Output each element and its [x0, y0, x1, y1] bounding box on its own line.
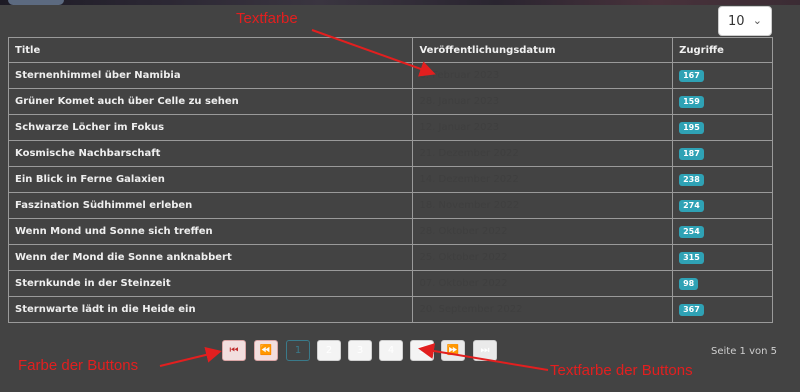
column-header-date[interactable]: Veröffentlichungsdatum [412, 37, 674, 63]
annotation-textfarbe-buttons: Textfarbe der Buttons [550, 362, 693, 379]
table-row: Grüner Komet auch über Celle zu sehen 28… [7, 88, 773, 115]
last-page-button[interactable]: ⏭ [473, 340, 497, 361]
article-title-link[interactable]: Sternwarte lädt in die Heide ein [7, 296, 414, 323]
article-date: 20. September 2022 [412, 296, 674, 323]
previous-page-button[interactable]: ⏪ [254, 340, 278, 361]
article-title-link[interactable]: Wenn Mond und Sonne sich treffen [7, 218, 414, 245]
chevron-down-icon: ⌄ [752, 14, 762, 27]
articles-table: Title Veröffentlichungsdatum Zugriffe St… [7, 37, 773, 323]
hits-badge: 315 [679, 251, 704, 264]
annotation-textfarbe: Textfarbe [236, 10, 298, 27]
page-info: Seite 1 von 5 [711, 346, 777, 357]
fast-forward-icon: ⏩ [446, 345, 460, 356]
table-header-row: Title Veröffentlichungsdatum Zugriffe [7, 37, 773, 63]
article-title-link[interactable]: Ein Blick in Ferne Galaxien [7, 166, 414, 193]
table-row: Faszination Südhimmel erleben 18. Novemb… [7, 192, 773, 219]
hits-badge: 98 [679, 277, 699, 290]
article-title-link[interactable]: Schwarze Löcher im Fokus [7, 114, 414, 141]
arrow-to-nav-button [159, 347, 222, 367]
next-page-button[interactable]: ⏩ [441, 340, 465, 361]
table-row: Sternenhimmel über Namibia 8. Februar 20… [7, 62, 773, 89]
page-button-3[interactable]: 3 [348, 340, 372, 361]
hits-badge: 187 [679, 147, 704, 160]
table-row: Wenn Mond und Sonne sich treffen 28. Okt… [7, 218, 773, 245]
page-button-1[interactable]: 1 [286, 340, 310, 361]
article-date: 21. Dezember 2022 [412, 140, 674, 167]
hits-badge: 159 [679, 95, 704, 108]
article-date: 14. Dezember 2022 [412, 166, 674, 193]
hits-badge: 238 [679, 173, 704, 186]
table-row: Sternkunde in der Steinzeit 07. Oktober … [7, 270, 773, 297]
article-date: 07. Oktober 2022 [412, 270, 674, 297]
article-date: 18. November 2022 [412, 192, 674, 219]
hits-badge: 167 [679, 69, 704, 82]
hits-badge: 195 [679, 121, 704, 134]
article-title-link[interactable]: Wenn der Mond die Sonne anknabbert [7, 244, 414, 271]
article-date: 25. Oktober 2022 [412, 244, 674, 271]
table-row: Ein Blick in Ferne Galaxien 14. Dezember… [7, 166, 773, 193]
per-page-value: 10 [728, 13, 745, 29]
article-date: 12. Januar 2023 [412, 114, 674, 141]
table-row: Kosmische Nachbarschaft 21. Dezember 202… [7, 140, 773, 167]
table-row: Schwarze Löcher im Fokus 12. Januar 2023… [7, 114, 773, 141]
page-button-2[interactable]: 2 [317, 340, 341, 361]
first-page-button[interactable]: ⏮ [222, 340, 246, 361]
article-title-link[interactable]: Sternenhimmel über Namibia [7, 62, 414, 89]
column-header-hits[interactable]: Zugriffe [672, 37, 773, 63]
table-row: Sternwarte lädt in die Heide ein 20. Sep… [7, 296, 773, 323]
header-image-strip [0, 0, 800, 5]
column-header-title[interactable]: Title [7, 37, 414, 63]
article-date: 28. Januar 2023 [412, 88, 674, 115]
article-title-link[interactable]: Kosmische Nachbarschaft [7, 140, 414, 167]
article-title-link[interactable]: Faszination Südhimmel erleben [7, 192, 414, 219]
double-chevron-left-icon: ⏮ [229, 345, 239, 356]
article-title-link[interactable]: Grüner Komet auch über Celle zu sehen [7, 88, 414, 115]
logo [8, 0, 64, 5]
table-row: Wenn der Mond die Sonne anknabbert 25. O… [7, 244, 773, 271]
article-title-link[interactable]: Sternkunde in der Steinzeit [7, 270, 414, 297]
page-button-4[interactable]: 4 [379, 340, 403, 361]
page-button-5[interactable]: 5 [410, 340, 434, 361]
hits-badge: 254 [679, 225, 704, 238]
per-page-select[interactable]: 10 ⌄ [718, 6, 772, 36]
annotation-farbe-buttons: Farbe der Buttons [18, 357, 139, 374]
rewind-icon: ⏪ [259, 345, 273, 356]
article-date: 8. Februar 2023 [412, 62, 674, 89]
hits-badge: 274 [679, 199, 704, 212]
double-chevron-right-icon: ⏭ [480, 345, 490, 356]
article-date: 28. Oktober 2022 [412, 218, 674, 245]
hits-badge: 367 [679, 303, 704, 316]
